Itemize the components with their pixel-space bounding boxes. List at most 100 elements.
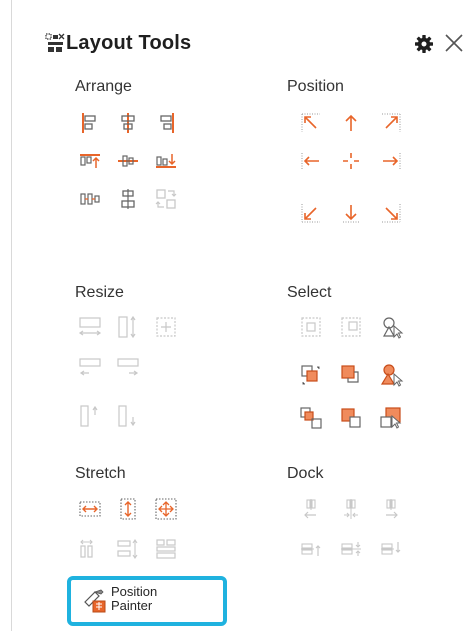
select-similar-shape-icon [382, 317, 404, 339]
layout-tools-logo-icon [45, 33, 65, 52]
dock-bottom-button[interactable] [378, 536, 404, 562]
arrow-down-right-icon [382, 204, 401, 223]
resize-match-top-button[interactable] [77, 403, 103, 429]
stretch-vertical-button[interactable] [115, 496, 141, 522]
dock-center-button[interactable] [338, 496, 364, 522]
dock-left-button[interactable] [298, 496, 324, 522]
same-size-icon [156, 317, 176, 337]
position-painter-button[interactable]: Position Painter [67, 576, 227, 626]
resize-same-height-button[interactable] [115, 314, 141, 340]
stretch-rows-button[interactable] [115, 536, 141, 562]
select-group-button[interactable] [298, 405, 324, 431]
position-bottom-button[interactable] [338, 200, 364, 226]
position-top-left-button[interactable] [298, 110, 324, 136]
align-bottom-icon [156, 154, 176, 168]
stretch-horizontal-button[interactable] [77, 496, 103, 522]
resize-same-width-button[interactable] [77, 314, 103, 340]
dock-bottom-icon [381, 542, 401, 555]
position-painter-icon [84, 589, 106, 613]
swap-shapes-icon [155, 189, 177, 209]
position-painter-label-line2: Painter [111, 598, 153, 613]
stretch-both-button[interactable] [153, 496, 179, 522]
select-overlap-button[interactable] [338, 405, 364, 431]
position-painter-label: Position Painter [111, 585, 157, 613]
stretch-grid-icon [156, 539, 176, 559]
arrow-left-icon [301, 153, 319, 169]
position-bottom-left-button[interactable] [298, 200, 324, 226]
same-width-icon [78, 317, 102, 336]
select-group-icon [300, 407, 322, 429]
select-touching-button[interactable] [338, 314, 364, 340]
align-right-button[interactable] [153, 110, 179, 136]
distribute-vertical-icon [121, 189, 135, 209]
distribute-horizontal-icon [80, 193, 100, 205]
swap-shapes-button[interactable] [153, 186, 179, 212]
distribute-vertical-button[interactable] [115, 186, 141, 212]
position-top-right-button[interactable] [378, 110, 404, 136]
stretch-distribute-icon [80, 539, 93, 558]
arrow-up-icon [345, 114, 357, 131]
resize-match-bottom-button[interactable] [115, 403, 141, 429]
select-same-fill-button[interactable] [298, 362, 324, 388]
align-middle-icon [118, 155, 138, 167]
dock-right-button[interactable] [378, 496, 404, 522]
select-same-fill-icon [301, 365, 320, 385]
dock-middle-icon [341, 542, 361, 556]
resize-bottom-icon [118, 405, 136, 427]
resize-left-icon [79, 358, 101, 376]
arrow-up-left-icon [301, 113, 320, 132]
resize-top-icon [80, 405, 98, 427]
select-similar-shape-button[interactable] [378, 314, 404, 340]
section-position: Position [287, 78, 344, 95]
stretch-grid-button[interactable] [153, 536, 179, 562]
arrow-down-left-icon [301, 204, 320, 223]
dock-middle-button[interactable] [338, 536, 364, 562]
select-by-pointer-button[interactable] [378, 405, 404, 431]
align-left-icon [82, 113, 96, 133]
dock-top-button[interactable] [298, 536, 324, 562]
position-painter-label-line1: Position [111, 584, 158, 599]
arrow-up-right-icon [382, 113, 401, 132]
distribute-horizontal-button[interactable] [77, 186, 103, 212]
select-overlap-icon [341, 408, 361, 428]
align-bottom-button[interactable] [153, 148, 179, 174]
select-same-line-icon [341, 365, 359, 383]
panel-title: Layout Tools [66, 32, 192, 54]
stretch-rows-icon [117, 539, 138, 559]
select-same-type-icon [380, 364, 404, 387]
select-inside-button[interactable] [298, 314, 324, 340]
align-center-button[interactable] [115, 110, 141, 136]
dock-left-icon [304, 499, 316, 519]
close-icon[interactable] [443, 32, 465, 54]
select-same-line-button[interactable] [338, 362, 364, 388]
position-right-button[interactable] [378, 148, 404, 174]
dock-center-icon [344, 499, 358, 519]
resize-right-icon [117, 358, 139, 376]
gear-icon[interactable] [414, 34, 434, 54]
stretch-distribute-button[interactable] [77, 536, 103, 562]
align-left-button[interactable] [77, 110, 103, 136]
position-top-button[interactable] [338, 110, 364, 136]
section-stretch: Stretch [75, 465, 126, 482]
stretch-horizontal-icon [79, 501, 101, 517]
same-height-icon [118, 315, 136, 339]
select-inside-icon [301, 317, 321, 337]
position-bottom-right-button[interactable] [378, 200, 404, 226]
resize-match-left-button[interactable] [77, 355, 103, 381]
align-center-icon [121, 113, 135, 133]
select-touching-icon [341, 317, 361, 337]
stretch-both-icon [155, 498, 177, 520]
resize-match-right-button[interactable] [115, 355, 141, 381]
dock-top-icon [301, 543, 321, 556]
section-resize: Resize [75, 284, 124, 301]
arrow-right-icon [383, 153, 401, 169]
select-same-type-button[interactable] [378, 362, 404, 388]
resize-same-size-button[interactable] [153, 314, 179, 340]
arrow-down-icon [343, 205, 359, 223]
align-middle-button[interactable] [115, 148, 141, 174]
position-center-button[interactable] [338, 148, 364, 174]
align-top-button[interactable] [77, 148, 103, 174]
section-arrange: Arrange [75, 78, 132, 95]
dock-right-icon [386, 499, 398, 519]
position-left-button[interactable] [298, 148, 324, 174]
